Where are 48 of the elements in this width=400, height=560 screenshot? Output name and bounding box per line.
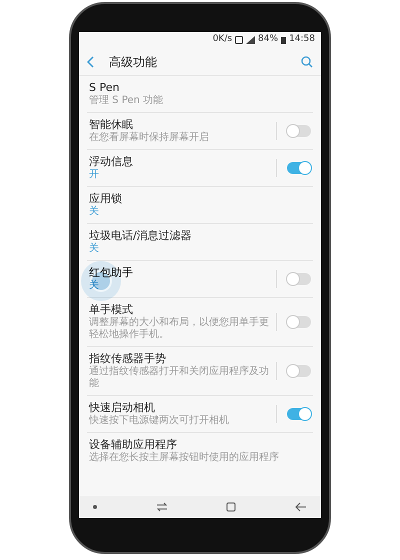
item-title: S Pen xyxy=(89,81,120,95)
back-icon[interactable] xyxy=(87,56,95,68)
settings-item[interactable]: 智能休眠 在您看屏幕时保持屏幕开启 xyxy=(87,113,313,150)
toggle-switch[interactable] xyxy=(287,273,311,285)
item-status: 关 xyxy=(89,206,100,218)
item-description: 管理 S Pen 功能 xyxy=(89,95,164,107)
settings-item[interactable]: 单手模式 调整屏幕的大小和布局，以便您用单手更轻松地操作手机。 xyxy=(87,298,313,347)
item-title: 智能休眠 xyxy=(89,118,134,132)
back-icon[interactable] xyxy=(294,502,307,512)
item-title: 浮动信息 xyxy=(89,155,134,169)
settings-item[interactable]: 快速启动相机 快速按下电源键两次可打开相机 xyxy=(87,396,313,433)
settings-item[interactable]: 设备辅助应用程序 选择在您长按主屏幕按钮时使用的应用程序 xyxy=(87,433,313,469)
item-title: 垃圾电话/消息过滤器 xyxy=(89,229,193,242)
toggle-switch[interactable] xyxy=(287,162,311,174)
settings-item[interactable]: S Pen 管理 S Pen 功能 xyxy=(87,76,313,113)
recent-apps-icon[interactable] xyxy=(156,502,168,512)
home-icon[interactable] xyxy=(226,502,236,512)
item-title: 单手模式 xyxy=(89,303,134,316)
item-description: 通过指纹传感器打开和关闭应用程序及功能 xyxy=(89,366,270,390)
toggle-switch[interactable] xyxy=(287,316,311,328)
toggle-switch[interactable] xyxy=(287,365,311,377)
network-speed: 0K/s xyxy=(212,33,232,46)
item-status: 关 xyxy=(89,280,100,292)
settings-item[interactable]: 垃圾电话/消息过滤器 关 xyxy=(87,224,313,261)
item-description: 在您看屏幕时保持屏幕开启 xyxy=(89,132,210,144)
settings-item[interactable]: 指纹传感器手势 通过指纹传感器打开和关闭应用程序及功能 xyxy=(87,347,313,396)
toggle-switch[interactable] xyxy=(287,125,311,137)
signal-icon xyxy=(246,36,256,44)
item-description: 选择在您长按主屏幕按钮时使用的应用程序 xyxy=(89,452,280,464)
item-status: 关 xyxy=(89,243,100,255)
page-title: 高级功能 xyxy=(109,54,157,70)
toggle-switch[interactable] xyxy=(287,408,311,420)
settings-item[interactable]: 红包助手 关 xyxy=(87,261,313,298)
clock: 14:58 xyxy=(289,33,315,46)
settings-item[interactable]: 应用锁 关 xyxy=(87,187,313,224)
item-description: 快速按下电源键两次可打开相机 xyxy=(89,415,230,427)
item-title: 设备辅助应用程序 xyxy=(89,438,178,452)
settings-item[interactable]: 浮动信息 开 xyxy=(87,150,313,187)
item-title: 应用锁 xyxy=(89,192,123,206)
item-status: 开 xyxy=(89,169,100,181)
dot-icon[interactable] xyxy=(93,505,97,509)
item-title: 红包助手 xyxy=(89,266,134,280)
battery-icon xyxy=(281,36,286,44)
item-description: 调整屏幕的大小和布局，以便您用单手更轻松地操作手机。 xyxy=(89,317,270,341)
item-title: 快速启动相机 xyxy=(89,401,156,414)
item-title: 指纹传感器手势 xyxy=(89,352,167,366)
search-icon[interactable] xyxy=(301,56,313,68)
battery-level: 84% xyxy=(258,33,278,46)
